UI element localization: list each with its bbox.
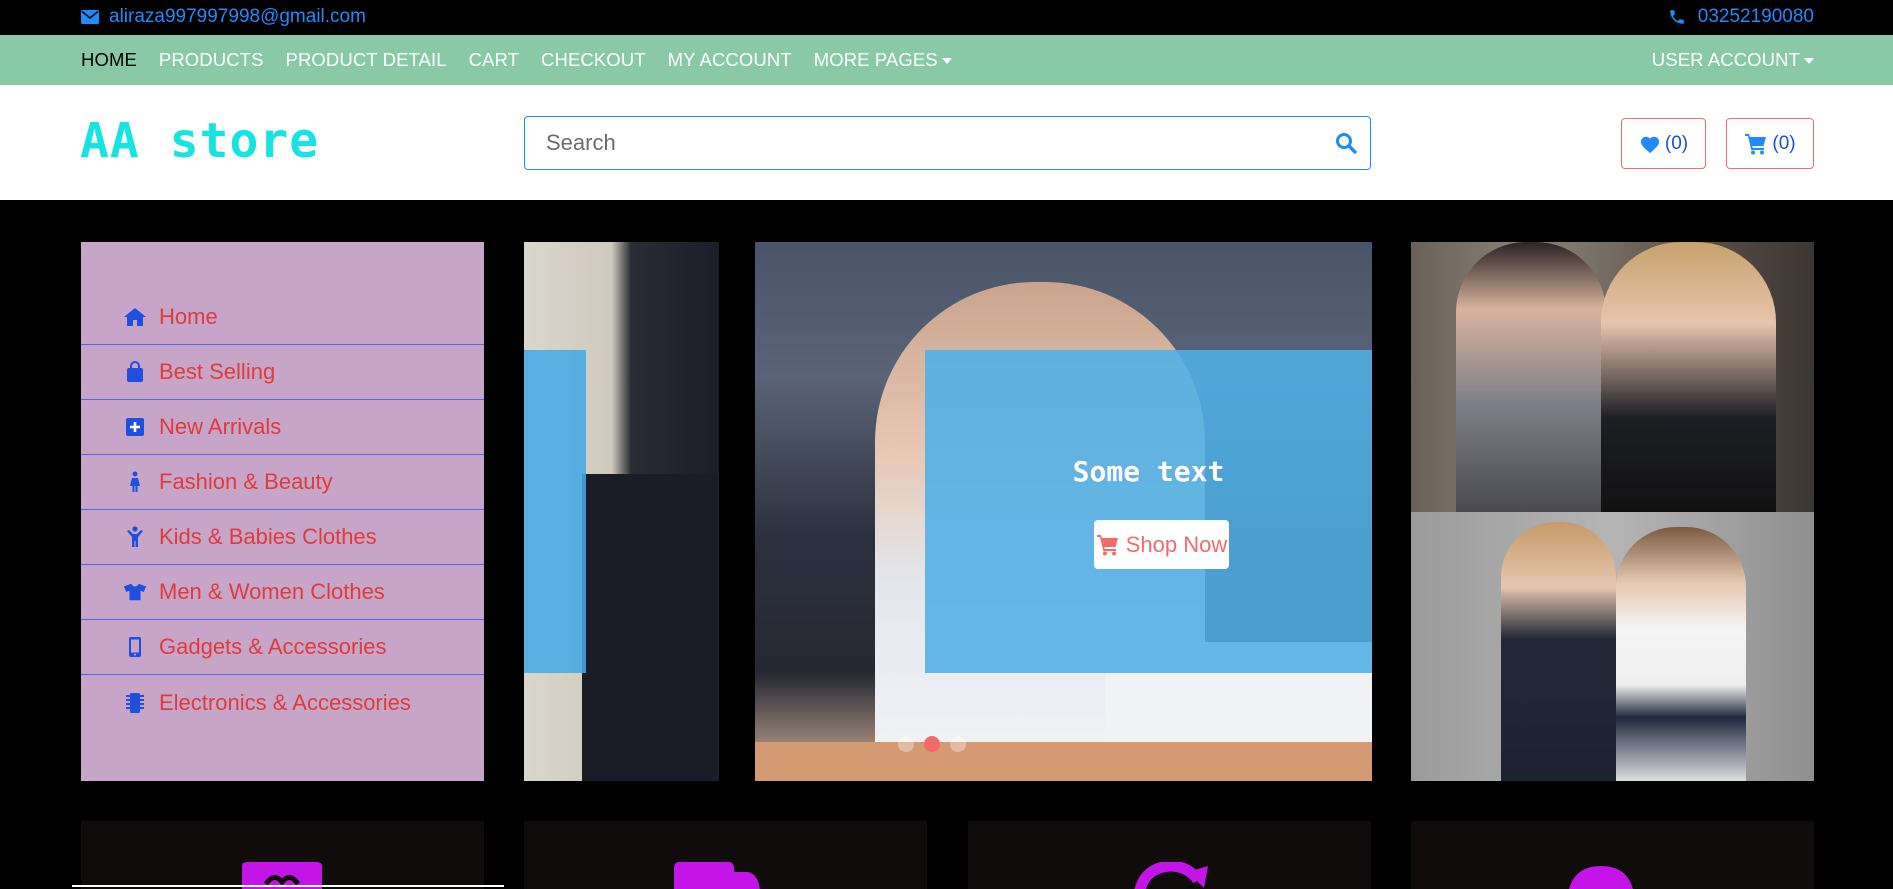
desk-image [755, 742, 1372, 781]
promo-women-fashion[interactable] [1411, 242, 1814, 512]
mobile-icon [123, 635, 147, 659]
sidebar-item-home[interactable]: Home [81, 290, 484, 345]
nav-products[interactable]: PRODUCTS [159, 49, 264, 71]
user-account-dropdown[interactable]: USER ACCOUNT [1652, 49, 1814, 71]
sidebar-item-label: Gadgets & Accessories [159, 634, 387, 659]
search-input[interactable] [525, 117, 1305, 168]
wishlist-count: (0) [1664, 132, 1689, 154]
sidebar-item-label: New Arrivals [159, 414, 282, 439]
promo-panels [1411, 242, 1814, 781]
feature-card-3 [968, 821, 1371, 889]
cart-count: (0) [1772, 132, 1796, 154]
store-logo[interactable]: AA store [80, 113, 319, 169]
nav-cart[interactable]: CART [469, 49, 519, 71]
site-header: AA store (0) (0) [0, 85, 1893, 200]
heart-icon [1640, 136, 1659, 153]
carousel-indicators [898, 736, 966, 752]
cart-icon [1745, 133, 1767, 154]
contact-email[interactable]: aliraza997997998@gmail.com [81, 6, 366, 28]
sidebar-item-new-arrivals[interactable]: New Arrivals [81, 400, 484, 455]
nav-more-pages-dropdown[interactable]: MORE PAGES [814, 49, 952, 71]
phone-text: 03252190080 [1697, 6, 1814, 27]
sidebar-item-label: Home [159, 304, 218, 329]
shopping-bags-image [582, 474, 719, 781]
feature-card-2 [524, 821, 927, 889]
phone-icon [1670, 10, 1684, 24]
shop-now-button[interactable]: Shop Now [1094, 520, 1229, 569]
home-icon [123, 305, 147, 329]
tshirt-icon [123, 580, 147, 604]
promo-kids-fashion[interactable] [1411, 512, 1814, 781]
female-icon [123, 470, 147, 494]
slide-caption: Some text [1072, 455, 1225, 488]
plus-square-icon [123, 415, 147, 439]
cart-icon [1096, 534, 1118, 555]
feature-card-4 [1411, 821, 1814, 889]
shop-now-label: Shop Now [1125, 531, 1228, 557]
sidebar-item-electronics[interactable]: Electronics & Accessories [81, 675, 484, 730]
carousel-dot-2[interactable] [924, 736, 940, 752]
nav-my-account[interactable]: MY ACCOUNT [668, 49, 792, 71]
refresh-icon [1134, 862, 1208, 889]
main-nav: HOME PRODUCTS PRODUCT DETAIL CART CHECKO… [0, 35, 1893, 85]
cart-button[interactable]: (0) [1726, 118, 1814, 169]
carousel-dot-3[interactable] [950, 736, 966, 752]
sidebar-item-label: Electronics & Accessories [159, 689, 411, 715]
nav-checkout[interactable]: CHECKOUT [541, 49, 646, 71]
truck-icon [674, 862, 760, 889]
carousel-slide-previous[interactable] [524, 242, 719, 781]
user-account-label: USER ACCOUNT [1651, 49, 1800, 70]
nav-product-detail[interactable]: PRODUCT DETAIL [286, 49, 447, 71]
microchip-icon [123, 691, 147, 715]
slide-overlay [524, 350, 586, 673]
sidebar-item-gadgets[interactable]: Gadgets & Accessories [81, 620, 484, 675]
sidebar-item-label: Kids & Babies Clothes [159, 524, 377, 549]
headset-icon [1569, 866, 1633, 889]
carousel-dot-1[interactable] [898, 736, 914, 752]
feature-card-1 [81, 821, 484, 889]
envelope-icon [81, 10, 99, 24]
sidebar-item-label: Best Selling [159, 359, 276, 384]
shopping-bag-icon [123, 360, 147, 384]
sidebar-item-kids-babies[interactable]: Kids & Babies Clothes [81, 510, 484, 565]
sidebar-item-label: Fashion & Beauty [159, 469, 333, 494]
sidebar-item-men-women[interactable]: Men & Women Clothes [81, 565, 484, 620]
boy-image [1616, 527, 1746, 781]
category-sidebar: Home Best Selling New Arrivals Fashion &… [81, 242, 484, 781]
slide-overlay [925, 350, 1372, 673]
nav-more-pages-label: MORE PAGES [813, 49, 938, 70]
divider-line [72, 885, 504, 887]
child-icon [123, 525, 147, 549]
top-bar: aliraza997997998@gmail.com 03252190080 [0, 0, 1893, 35]
search-box [524, 116, 1371, 170]
girl-image [1501, 522, 1616, 781]
sidebar-item-best-selling[interactable]: Best Selling [81, 345, 484, 400]
contact-phone[interactable]: 03252190080 [1668, 6, 1814, 28]
carousel-slide-active: Some text Shop Now [755, 242, 1372, 781]
chevron-down-icon [941, 58, 952, 65]
nav-home[interactable]: HOME [81, 49, 137, 71]
search-icon[interactable] [1334, 131, 1358, 155]
chevron-down-icon [1804, 58, 1814, 65]
model-left-image [1456, 242, 1606, 512]
sidebar-item-label: Men & Women Clothes [159, 579, 385, 604]
wishlist-button[interactable]: (0) [1621, 118, 1706, 169]
email-text: aliraza997997998@gmail.com [109, 6, 366, 27]
model-right-image [1601, 242, 1776, 512]
sidebar-item-fashion-beauty[interactable]: Fashion & Beauty [81, 455, 484, 510]
